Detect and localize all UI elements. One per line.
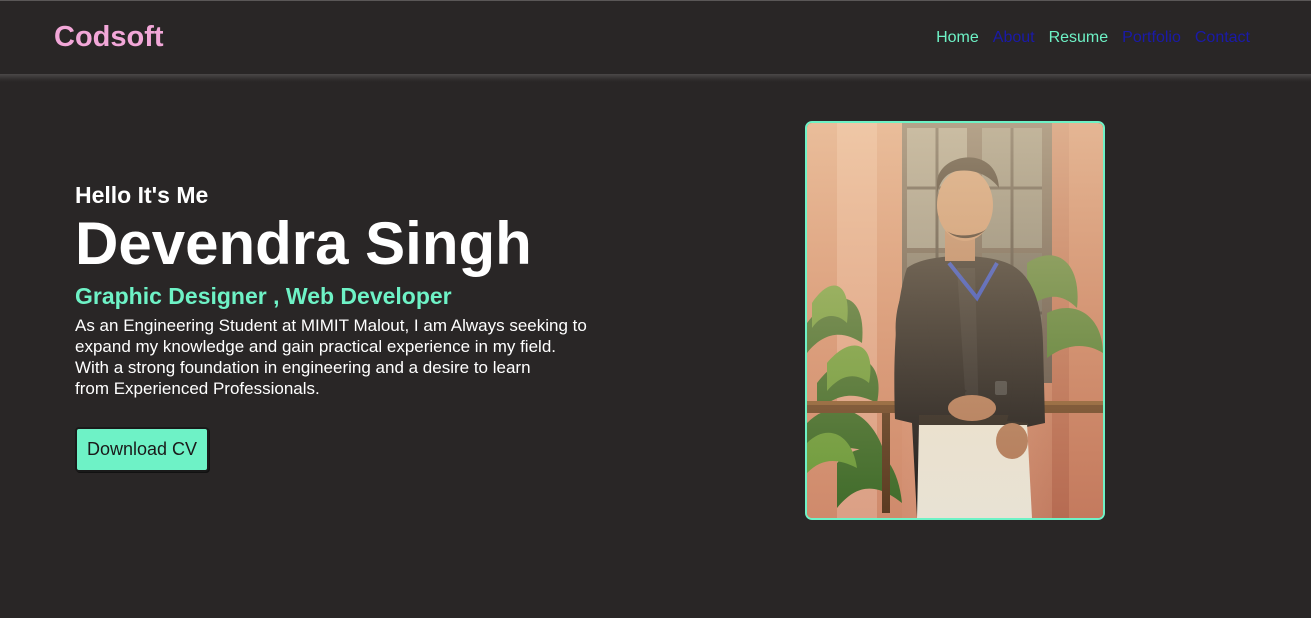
nav-link-resume[interactable]: Resume [1049, 28, 1109, 48]
hero-role: Graphic Designer , Web Developer [75, 283, 452, 309]
hero-bio: As an Engineering Student at MIMIT Malou… [75, 315, 695, 399]
greeting: Hello It's Me [75, 182, 209, 208]
bio-line: from Experienced Professionals. [75, 379, 320, 398]
nav-link-contact[interactable]: Contact [1195, 28, 1250, 48]
nav-link-portfolio[interactable]: Portfolio [1122, 28, 1181, 48]
site-header: Codsoft Home About Resume Portfolio Cont… [0, 1, 1311, 74]
header-divider [0, 74, 1311, 82]
hero-content: Hello It's Me Devendra Singh Graphic Des… [75, 180, 695, 399]
bio-line: As an Engineering Student at MIMIT Malou… [75, 316, 587, 335]
download-cv-button[interactable]: Download CV [75, 427, 209, 472]
bio-line: With a strong foundation in engineering … [75, 358, 531, 377]
hero-name: Devendra Singh [75, 210, 532, 277]
logo[interactable]: Codsoft [54, 20, 164, 54]
profile-photo [805, 121, 1105, 520]
page: Codsoft Home About Resume Portfolio Cont… [0, 0, 1311, 618]
nav-link-about[interactable]: About [993, 28, 1035, 48]
profile-photo-illustration [807, 123, 1103, 518]
main-nav: Home About Resume Portfolio Contact [936, 28, 1250, 48]
bio-line: expand my knowledge and gain practical e… [75, 337, 556, 356]
nav-link-home[interactable]: Home [936, 28, 979, 48]
